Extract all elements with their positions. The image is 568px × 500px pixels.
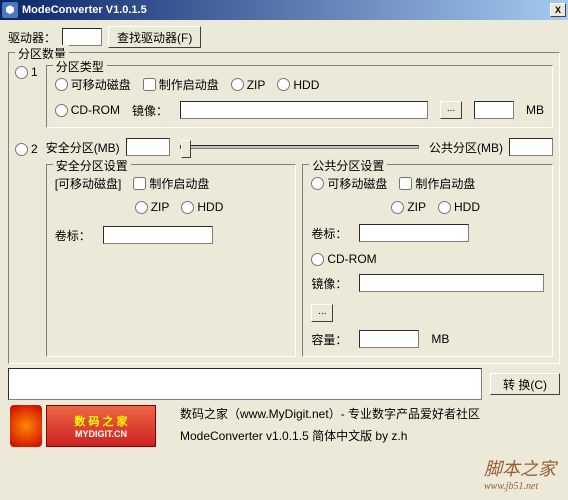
watermark-sub: www.jb51.net: [484, 481, 556, 492]
status-box: [8, 368, 482, 400]
partition-count-group: 分区数量 1 分区类型 可移动磁盘 制作启动盘 ZIP HDD CD-ROM: [8, 52, 560, 364]
safe-volume-input[interactable]: [103, 226, 213, 244]
mb-label-1: MB: [526, 103, 544, 117]
driver-label: 驱动器：: [8, 29, 56, 46]
watermark: 脚本之家 www.jb51.net: [484, 455, 556, 492]
safe-removable-note: [可移动磁盘]: [55, 175, 122, 192]
radio-cdrom-public[interactable]: [311, 253, 324, 266]
logo-line1: 数 码 之 家: [74, 413, 127, 429]
window-title: ModeConverter V1.0.1.5: [22, 4, 550, 16]
safe-size-input[interactable]: [126, 138, 170, 156]
info-text: 数码之家（www.MyDigit.net）- 专业数字产品爱好者社区 ModeC…: [180, 404, 480, 447]
info-line2: ModeConverter v1.0.1.5 简体中文版 by z.h: [180, 426, 480, 448]
partition-type-title: 分区类型: [53, 58, 107, 75]
slider-thumb[interactable]: [181, 140, 191, 158]
check-make-boot-1[interactable]: [143, 78, 156, 91]
driver-input[interactable]: [62, 28, 102, 46]
radio-zip-safe[interactable]: [135, 201, 148, 214]
check-make-boot-public[interactable]: [399, 177, 412, 190]
public-settings-title: 公共分区设置: [309, 157, 387, 174]
safe-size-label: 安全分区(MB): [46, 139, 120, 156]
partition-type-group: 分区类型 可移动磁盘 制作启动盘 ZIP HDD CD-ROM 镜像： ... …: [46, 65, 553, 128]
app-icon: ⬢: [2, 2, 18, 18]
public-volume-input[interactable]: [359, 224, 469, 242]
radio-2-label: 2: [31, 142, 38, 156]
mydigit-logo: 数 码 之 家 MYDIGIT.CN: [46, 405, 156, 447]
radio-cdrom-1[interactable]: [55, 104, 68, 117]
public-mb-label: MB: [431, 332, 449, 346]
check-make-boot-safe[interactable]: [133, 177, 146, 190]
browse-button-1[interactable]: ...: [440, 101, 462, 119]
radio-zip-1[interactable]: [231, 78, 244, 91]
radio-hdd-public[interactable]: [438, 201, 451, 214]
public-capacity-input[interactable]: [359, 330, 419, 348]
radio-count-1[interactable]: [15, 66, 28, 79]
logo-line2: MYDIGIT.CN: [75, 429, 127, 439]
image-label-1: 镜像：: [132, 102, 168, 119]
public-settings-group: 公共分区设置 可移动磁盘 制作启动盘 ZIP HDD 卷标：: [302, 164, 553, 357]
public-volume-label: 卷标：: [311, 225, 347, 242]
public-size-label: 公共分区(MB): [429, 139, 503, 156]
safe-settings-title: 安全分区设置: [53, 157, 131, 174]
close-button[interactable]: X: [550, 3, 566, 17]
radio-zip-public[interactable]: [391, 201, 404, 214]
radio-1-label: 1: [31, 65, 38, 79]
radio-hdd-safe[interactable]: [181, 201, 194, 214]
logo-decoration-icon: [10, 405, 42, 447]
convert-button[interactable]: 转 换(C): [490, 373, 560, 395]
browse-button-public[interactable]: ...: [311, 304, 333, 322]
safe-volume-label: 卷标：: [55, 227, 91, 244]
info-line1: 数码之家（www.MyDigit.net）- 专业数字产品爱好者社区: [180, 404, 480, 426]
radio-count-2[interactable]: [15, 143, 28, 156]
mb-input-1[interactable]: [474, 101, 514, 119]
public-image-label: 镜像：: [311, 275, 347, 292]
find-driver-button[interactable]: 查找驱动器(F): [108, 26, 201, 48]
image-input-1[interactable]: [180, 101, 428, 119]
radio-removable-public[interactable]: [311, 177, 324, 190]
titlebar: ⬢ ModeConverter V1.0.1.5 X: [0, 0, 568, 20]
radio-hdd-1[interactable]: [277, 78, 290, 91]
public-image-input[interactable]: [359, 274, 544, 292]
public-size-input[interactable]: [509, 138, 553, 156]
public-capacity-label: 容量：: [311, 331, 347, 348]
partition-slider[interactable]: [180, 145, 419, 149]
safe-settings-group: 安全分区设置 [可移动磁盘] 制作启动盘 ZIP HDD 卷标：: [46, 164, 297, 357]
radio-removable[interactable]: [55, 78, 68, 91]
watermark-main: 脚本之家: [484, 459, 556, 479]
